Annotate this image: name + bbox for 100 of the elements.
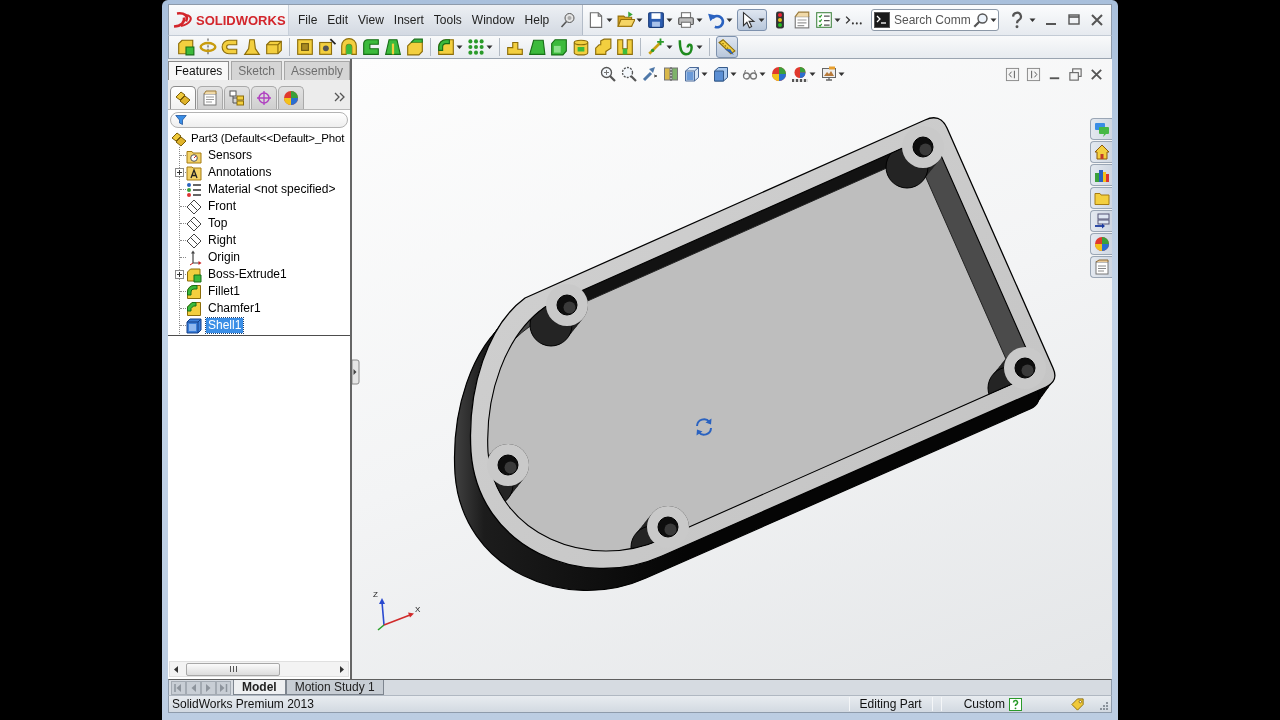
tree-item[interactable]: Part3 (Default<<Default>_Phot xyxy=(190,131,346,146)
pushpin-icon[interactable] xyxy=(560,12,576,28)
menu-item[interactable]: Help xyxy=(519,11,555,29)
expand-icon[interactable] xyxy=(175,168,184,177)
cursor-arrow-button[interactable] xyxy=(737,9,767,31)
tree-item[interactable]: Origin xyxy=(206,250,242,265)
tile-left-icon[interactable] xyxy=(1005,67,1020,82)
panel-tab[interactable]: Features xyxy=(168,61,230,80)
menu-item[interactable]: Window xyxy=(466,11,520,29)
help-icon[interactable] xyxy=(1009,697,1022,711)
terminal-icon xyxy=(874,12,890,28)
task-pane-tab[interactable] xyxy=(1090,210,1112,232)
tree-item[interactable]: Chamfer1 xyxy=(206,301,263,316)
arch-block-icon[interactable] xyxy=(340,38,358,56)
monitor-icon[interactable] xyxy=(821,66,837,82)
color-ball-icon[interactable] xyxy=(771,66,787,82)
scene-ball-icon[interactable] xyxy=(792,66,808,82)
panel-collapse-handle[interactable] xyxy=(352,359,360,385)
task-pane-tab[interactable] xyxy=(1090,118,1112,140)
lid-box-icon[interactable] xyxy=(406,38,424,56)
bell-shape-icon[interactable] xyxy=(243,38,261,56)
close-icon[interactable] xyxy=(1089,12,1105,28)
undo-arrow-icon[interactable] xyxy=(707,11,725,29)
section-view-icon[interactable] xyxy=(663,66,679,82)
axis-ring-icon[interactable] xyxy=(199,38,217,56)
task-pane-tab[interactable] xyxy=(1090,256,1112,278)
double-chevron-icon[interactable] xyxy=(333,91,345,103)
panel-tab[interactable]: Assembly xyxy=(284,61,351,80)
tree-item[interactable]: Top xyxy=(206,216,230,231)
search-icon[interactable] xyxy=(973,12,989,28)
filter-icon[interactable] xyxy=(175,114,187,126)
manager-tab[interactable] xyxy=(170,86,196,109)
printer-icon[interactable] xyxy=(677,11,695,29)
scroll-left-icon[interactable] xyxy=(172,664,180,674)
new-document-icon[interactable] xyxy=(587,11,605,29)
menu-item[interactable]: Edit xyxy=(322,11,354,29)
panel-arrow-icon xyxy=(1093,213,1110,229)
zoom-area-icon[interactable] xyxy=(621,66,637,82)
tile-right-icon[interactable] xyxy=(1026,67,1041,82)
restore-icon[interactable] xyxy=(1068,67,1083,82)
zoom-to-fit-icon[interactable] xyxy=(600,66,616,82)
manager-tab[interactable] xyxy=(224,86,250,109)
tree-item[interactable]: Fillet1 xyxy=(206,284,242,299)
grip-icon xyxy=(228,665,238,673)
stacked-blocks-icon[interactable] xyxy=(594,38,612,56)
tower-icon[interactable] xyxy=(384,38,402,56)
u-block-icon[interactable] xyxy=(616,38,634,56)
model-tab[interactable]: Model xyxy=(233,680,286,695)
axis-label: Z xyxy=(373,590,378,599)
task-pane-tab[interactable] xyxy=(1090,164,1112,186)
open-folder-icon[interactable] xyxy=(617,11,635,29)
maximize-icon[interactable] xyxy=(1066,12,1082,28)
scrollbar-thumb[interactable] xyxy=(186,662,280,676)
plane-icon xyxy=(186,215,202,232)
spiral-curve-icon[interactable] xyxy=(677,38,695,56)
manager-tab[interactable] xyxy=(278,86,304,109)
tree-item[interactable]: Sensors xyxy=(206,148,255,163)
plane-icon xyxy=(186,232,202,249)
task-pane-tab[interactable] xyxy=(1090,233,1112,255)
units-text: Custom xyxy=(963,697,1005,711)
menu-item[interactable]: Insert xyxy=(388,11,429,29)
panel-tab[interactable]: Sketch xyxy=(231,61,283,80)
dot-grid-icon[interactable] xyxy=(467,38,485,56)
rounded-corner-icon[interactable] xyxy=(437,38,455,56)
scroll-right-icon[interactable] xyxy=(338,664,346,674)
tree-item[interactable]: Annotations xyxy=(206,165,274,180)
tree-item[interactable]: Material <not specified> xyxy=(206,182,338,197)
filter-field[interactable] xyxy=(170,112,348,128)
wedge-icon[interactable] xyxy=(528,38,546,56)
resize-grip-icon[interactable] xyxy=(1099,701,1109,711)
folder-letter-icon xyxy=(186,164,202,181)
task-pane-tab[interactable] xyxy=(1090,187,1112,209)
previous-view-icon[interactable] xyxy=(642,66,658,82)
manager-tab[interactable] xyxy=(197,86,223,109)
close-icon[interactable] xyxy=(1089,67,1104,82)
curved-frame-icon[interactable] xyxy=(362,38,380,56)
view-cube-icon[interactable] xyxy=(684,66,700,82)
drilled-block-icon[interactable] xyxy=(318,38,336,56)
ruler-arrow-button[interactable] xyxy=(716,36,738,58)
menu-item[interactable]: View xyxy=(353,11,389,29)
task-pane-tab[interactable] xyxy=(1090,141,1112,163)
checklist-icon[interactable] xyxy=(815,11,833,29)
menu-item[interactable]: Tools xyxy=(428,11,467,29)
shaded-cube-icon[interactable] xyxy=(713,66,729,82)
manager-tab[interactable] xyxy=(251,86,277,109)
horizontal-scrollbar[interactable] xyxy=(169,661,349,677)
tree-item[interactable]: Front xyxy=(206,199,238,214)
framed-square-icon[interactable] xyxy=(296,38,314,56)
extruded-block-icon[interactable] xyxy=(177,38,195,56)
model-tab[interactable]: Motion Study 1 xyxy=(285,680,384,695)
menu-item[interactable]: File xyxy=(293,11,323,29)
color-pie-icon xyxy=(283,90,299,106)
hook-shape-icon[interactable] xyxy=(221,38,239,56)
tree-item[interactable]: Boss-Extrude1 xyxy=(206,267,289,282)
hollow-cube-icon[interactable] xyxy=(550,38,568,56)
expand-icon[interactable] xyxy=(175,270,184,279)
open-box-icon[interactable] xyxy=(265,38,283,56)
logo-icon xyxy=(171,11,193,29)
tree-item[interactable]: Right xyxy=(206,233,238,248)
cylinder-icon[interactable] xyxy=(572,38,590,56)
